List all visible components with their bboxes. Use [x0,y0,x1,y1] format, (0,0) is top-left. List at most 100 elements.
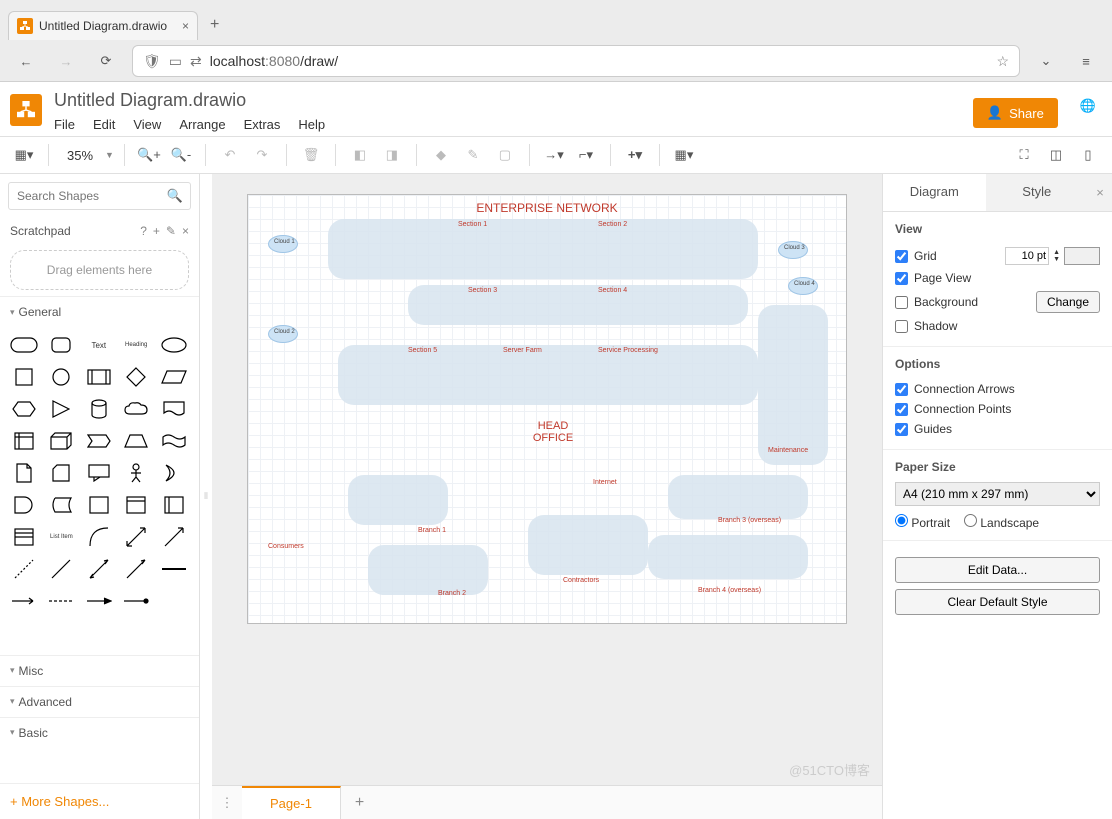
page-menu-icon[interactable]: ⋮ [212,795,242,811]
shape-data-storage[interactable] [45,491,77,519]
scratchpad-close-icon[interactable]: × [182,224,189,238]
tab-style[interactable]: Style [986,174,1089,211]
to-front-icon[interactable]: ◧ [346,141,374,169]
group-top[interactable] [328,219,758,279]
shape-curve[interactable] [83,523,115,551]
shape-cloud[interactable] [120,395,152,423]
group-branch1[interactable] [348,475,448,525]
shape-rounded-square[interactable] [45,331,77,359]
menu-file[interactable]: File [54,117,75,132]
grid-color-swatch[interactable] [1064,247,1100,265]
shape-link-2[interactable] [83,587,115,615]
shape-dashed-line[interactable] [8,555,40,583]
page-info-icon[interactable]: ▭ [169,53,182,70]
shape-card[interactable] [45,459,77,487]
section-basic[interactable]: Basic [0,717,199,748]
menu-view[interactable]: View [133,117,161,132]
delete-icon[interactable]: 🗑 [297,141,325,169]
shape-cube[interactable] [45,427,77,455]
insert-icon[interactable]: +▾ [621,141,649,169]
group-servers[interactable] [338,345,758,405]
shape-square[interactable] [8,363,40,391]
add-page-button[interactable]: + [341,794,378,812]
fill-color-icon[interactable]: ◆ [427,141,455,169]
shadow-checkbox[interactable] [895,320,908,333]
shape-callout[interactable] [83,459,115,487]
shape-list[interactable] [8,523,40,551]
grid-step-down[interactable]: ▼ [1053,256,1060,263]
group-branch4[interactable] [648,535,808,579]
shape-tape[interactable] [158,427,190,455]
shadow-icon[interactable]: ▢ [491,141,519,169]
zoom-value[interactable]: 35% [59,148,101,163]
shape-and[interactable] [8,491,40,519]
shape-or[interactable] [158,459,190,487]
app-menu-icon[interactable]: ≡ [1072,47,1100,75]
redo-icon[interactable]: ↷ [248,141,276,169]
url-input[interactable]: 🛡 ▭ ⇄ localhost:8080/draw/ ☆ [132,45,1020,77]
table-icon[interactable]: ▦▾ [670,141,698,169]
clear-style-button[interactable]: Clear Default Style [895,589,1100,615]
shape-trapezoid[interactable] [120,427,152,455]
section-general[interactable]: General [0,296,199,327]
scratchpad-edit-icon[interactable]: ✎ [166,224,176,238]
background-change-button[interactable]: Change [1036,291,1100,313]
section-advanced[interactable]: Advanced [0,686,199,717]
scratchpad-dropzone[interactable]: Drag elements here [10,250,189,290]
tab-diagram[interactable]: Diagram [883,174,986,211]
search-icon[interactable]: 🔍 [167,188,183,204]
line-color-icon[interactable]: ✎ [459,141,487,169]
shape-link-line[interactable] [158,555,190,583]
fullscreen-icon[interactable]: ⛶ [1010,141,1038,169]
document-title[interactable]: Untitled Diagram.drawio [54,90,961,111]
bookmark-icon[interactable]: ☆ [996,53,1009,70]
conn-arrows-checkbox[interactable] [895,383,908,396]
permissions-icon[interactable]: ⇄ [190,53,202,70]
menu-edit[interactable]: Edit [93,117,115,132]
group-contractors[interactable] [528,515,648,575]
section-misc[interactable]: Misc [0,655,199,686]
shape-actor[interactable] [120,459,152,487]
back-button[interactable]: ← [12,47,40,75]
view-mode-button[interactable]: ▦▾ [10,141,38,169]
shape-link-arrow[interactable] [8,587,40,615]
menu-extras[interactable]: Extras [244,117,281,132]
zoom-in-icon[interactable]: 🔍+ [135,141,163,169]
group-maint[interactable] [758,305,828,465]
scratchpad-help-icon[interactable]: ? [140,224,147,238]
shape-arrow-thin[interactable] [120,555,152,583]
shape-line[interactable] [45,555,77,583]
shape-arrow[interactable] [158,523,190,551]
shape-link-3[interactable] [120,587,152,615]
shape-step[interactable] [83,427,115,455]
format-panel-icon[interactable]: ◫ [1042,141,1070,169]
tab-close-icon[interactable]: × [182,19,189,33]
shape-heading[interactable]: Heading [120,331,152,359]
reload-button[interactable]: ⟳ [92,47,120,75]
shape-note[interactable] [8,459,40,487]
to-back-icon[interactable]: ◨ [378,141,406,169]
undo-icon[interactable]: ↶ [216,141,244,169]
conn-points-checkbox[interactable] [895,403,908,416]
shape-link-dash[interactable] [45,587,77,615]
group-branch3[interactable] [668,475,808,519]
pocket-icon[interactable]: ⌄ [1032,47,1060,75]
grid-checkbox[interactable] [895,250,908,263]
menu-arrange[interactable]: Arrange [179,117,225,132]
grid-step-up[interactable]: ▲ [1053,249,1060,256]
share-button[interactable]: 👤Share [973,98,1058,128]
shape-parallelogram[interactable] [158,363,190,391]
shield-icon[interactable]: 🛡 [143,53,161,70]
shape-text[interactable]: Text [83,331,115,359]
page-tab-1[interactable]: Page-1 [242,786,341,819]
new-tab-button[interactable]: + [198,10,231,40]
menu-help[interactable]: Help [298,117,325,132]
pageview-checkbox[interactable] [895,272,908,285]
landscape-radio[interactable]: Landscape [964,514,1039,530]
scratchpad-add-icon[interactable]: + [153,224,160,238]
shape-bidir-thin[interactable] [83,555,115,583]
search-shapes-input[interactable] [8,182,191,210]
shape-container-h[interactable] [120,491,152,519]
language-icon[interactable]: 🌐 [1080,98,1096,114]
group-branch2[interactable] [368,545,488,595]
